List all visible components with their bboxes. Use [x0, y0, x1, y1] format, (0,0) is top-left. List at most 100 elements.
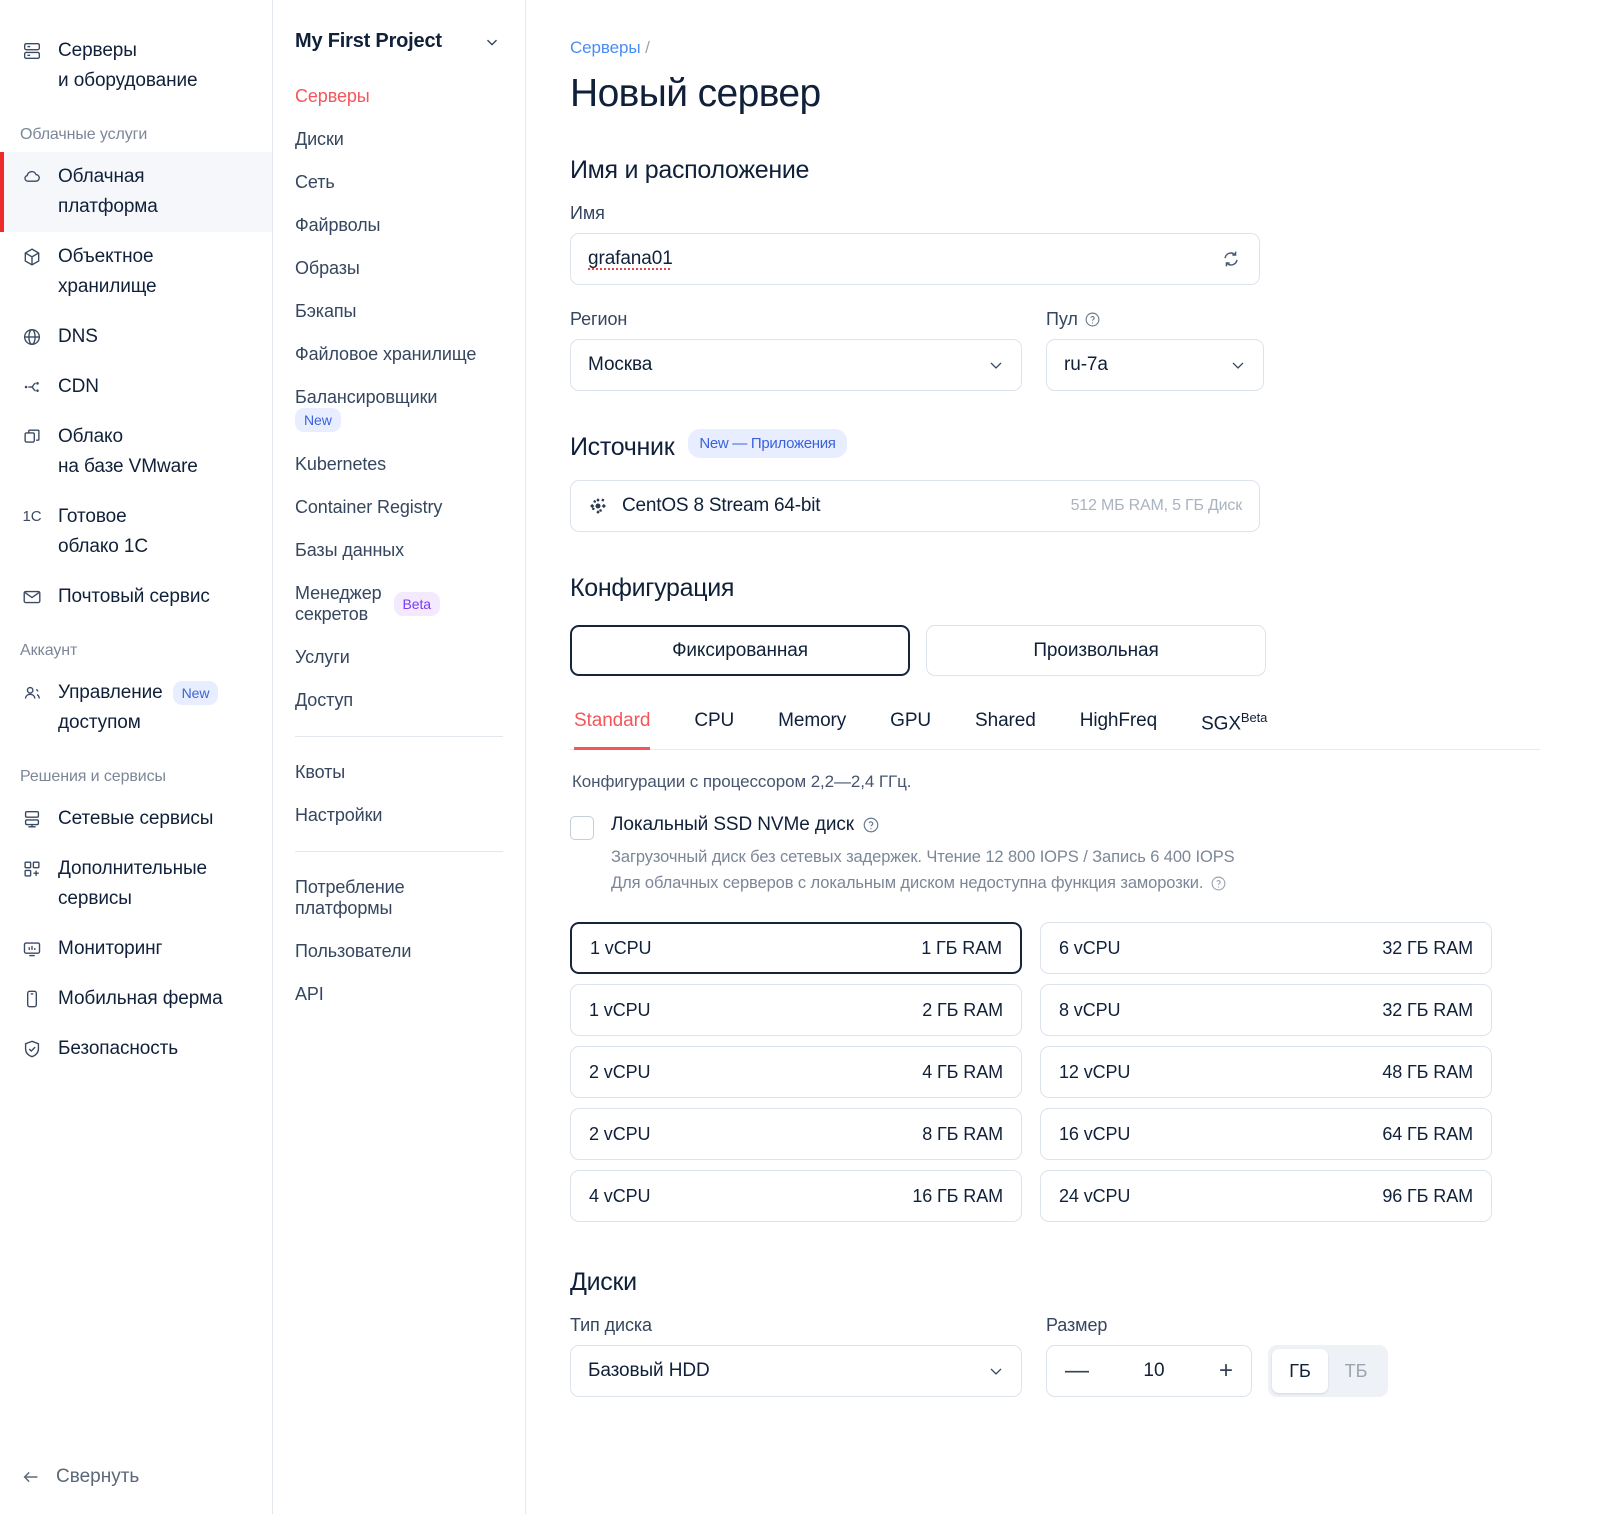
help-circle-icon[interactable] [1084, 311, 1101, 328]
flavor-card[interactable]: 2 vCPU 8 ГБ RAM [570, 1108, 1022, 1161]
flavor-card[interactable]: 2 vCPU 4 ГБ RAM [570, 1046, 1022, 1099]
flavor-card[interactable]: 1 vCPU 1 ГБ RAM [570, 922, 1022, 975]
project-item-secrets-manager[interactable]: Менеджер секретов Beta [273, 572, 525, 636]
sidebar-item-ready-cloud-1c[interactable]: 1C Готовое облако 1С [0, 492, 272, 572]
name-input[interactable]: grafana01 [570, 233, 1260, 285]
local-ssd-desc-line1: Загрузочный диск без сетевых задержек. Ч… [611, 848, 1235, 867]
flavor-card[interactable]: 1 vCPU 2 ГБ RAM [570, 984, 1022, 1037]
local-ssd-option[interactable]: Локальный SSD NVMe диск Загрузочный диск… [570, 814, 1540, 896]
users-icon [20, 678, 44, 708]
source-new-badge[interactable]: New — Приложения [688, 429, 847, 458]
breadcrumb-separator: / [645, 38, 650, 57]
sidebar-item-cdn[interactable]: CDN [0, 362, 272, 412]
tab-sgx[interactable]: SGXBeta [1179, 710, 1289, 749]
project-item-label: Настройки [295, 805, 383, 825]
sidebar-item-cloud-platform[interactable]: Облачная платформа [0, 152, 272, 232]
unit-gb-button[interactable]: ГБ [1272, 1349, 1328, 1394]
sidebar-item-network-services[interactable]: Сетевые сервисы [0, 794, 272, 844]
chevron-down-icon [986, 1361, 1006, 1381]
config-type-custom-button[interactable]: Произвольная [926, 625, 1266, 676]
project-item-balancers[interactable]: Балансировщики New [273, 376, 525, 443]
project-item-quotas[interactable]: Квоты [273, 751, 525, 794]
disk-type-select[interactable]: Базовый HDD [570, 1345, 1022, 1398]
sidebar-item-label: Облачная платформа [58, 166, 158, 217]
tab-gpu[interactable]: GPU [868, 710, 953, 749]
project-item-users[interactable]: Пользователи [273, 930, 525, 973]
disk-row: Тип диска Базовый HDD Размер — 10 + ГБ Т… [570, 1315, 1540, 1398]
project-item-servers[interactable]: Серверы [273, 75, 525, 118]
flavor-grid: 1 vCPU 1 ГБ RAM 6 vCPU 32 ГБ RAM 1 vCPU 2 Г… [570, 922, 1540, 1223]
help-circle-icon[interactable] [862, 816, 880, 834]
increment-button[interactable]: + [1219, 1359, 1233, 1383]
project-item-label: Потребление платформы [295, 877, 405, 918]
pool-select[interactable]: ru-7a [1046, 339, 1264, 391]
disk-size-stepper[interactable]: — 10 + [1046, 1345, 1252, 1398]
tab-standard[interactable]: Standard [570, 710, 672, 751]
divider [295, 736, 503, 737]
project-item-label: Услуги [295, 647, 350, 667]
disk-unit-toggle: ГБ ТБ [1268, 1345, 1388, 1398]
disk-type-value: Базовый HDD [588, 1360, 710, 1382]
collapse-sidebar-button[interactable]: Свернуть [0, 1456, 272, 1498]
tab-shared[interactable]: Shared [953, 710, 1058, 749]
flavor-card[interactable]: 24 vCPU 96 ГБ RAM [1040, 1170, 1492, 1223]
flavor-card[interactable]: 4 vCPU 16 ГБ RAM [570, 1170, 1022, 1223]
project-item-backups[interactable]: Бэкапы [273, 290, 525, 333]
box-icon [20, 242, 44, 272]
project-item-images[interactable]: Образы [273, 247, 525, 290]
breadcrumb-link-servers[interactable]: Серверы [570, 38, 641, 57]
project-item-databases[interactable]: Базы данных [273, 529, 525, 572]
project-item-api[interactable]: API [273, 973, 525, 1016]
region-field: Регион Москва [570, 309, 1022, 391]
project-item-services[interactable]: Услуги [273, 636, 525, 679]
flavor-card[interactable]: 6 vCPU 32 ГБ RAM [1040, 922, 1492, 975]
sidebar-item-label: Безопасность [58, 1038, 178, 1059]
config-type-fixed-button[interactable]: Фиксированная [570, 625, 910, 676]
project-item-label: Kubernetes [295, 454, 387, 474]
project-item-firewalls[interactable]: Файрволы [273, 204, 525, 247]
unit-tb-button[interactable]: ТБ [1328, 1349, 1384, 1393]
project-item-settings[interactable]: Настройки [273, 794, 525, 837]
project-item-disks[interactable]: Диски [273, 118, 525, 161]
sidebar-item-vmware-cloud[interactable]: Облако на базе VMware [0, 412, 272, 492]
refresh-icon[interactable] [1220, 248, 1242, 270]
flavor-cpu: 6 vCPU [1059, 937, 1121, 958]
flavor-card[interactable]: 8 vCPU 32 ГБ RAM [1040, 984, 1492, 1037]
source-selector[interactable]: CentOS 8 Stream 64-bit 512 МБ RAM, 5 ГБ … [570, 480, 1260, 532]
project-item-access[interactable]: Доступ [273, 679, 525, 722]
sidebar-item-access-management[interactable]: Управление доступом New [0, 668, 272, 748]
project-selector[interactable]: My First Project [273, 26, 525, 53]
disk-size-value[interactable]: 10 [1143, 1360, 1164, 1382]
sidebar-item-dns[interactable]: DNS [0, 312, 272, 362]
sidebar-item-label: Управление доступом New [58, 678, 219, 738]
region-select[interactable]: Москва [570, 339, 1022, 391]
sidebar-item-object-storage[interactable]: Объектное хранилище [0, 232, 272, 312]
sidebar-item-security[interactable]: Безопасность [0, 1024, 272, 1074]
tab-highfreq[interactable]: HighFreq [1058, 710, 1179, 749]
project-item-network[interactable]: Сеть [273, 161, 525, 204]
decrement-button[interactable]: — [1065, 1359, 1089, 1383]
1c-icon: 1C [22, 508, 42, 525]
sidebar-item-mail-service[interactable]: Почтовый сервис [0, 572, 272, 622]
project-item-platform-consumption[interactable]: Потребление платформы [273, 866, 525, 930]
sidebar-item-monitoring[interactable]: Мониторинг [0, 924, 272, 974]
sidebar-item-servers-hardware[interactable]: Серверы и оборудование [0, 26, 272, 106]
apps-plus-icon [20, 854, 44, 884]
tab-cpu[interactable]: CPU [672, 710, 756, 749]
project-item-kubernetes[interactable]: Kubernetes [273, 443, 525, 486]
sidebar-item-label: CDN [58, 376, 99, 397]
sidebar-item-additional-services[interactable]: Дополнительные сервисы [0, 844, 272, 924]
project-item-container-registry[interactable]: Container Registry [273, 486, 525, 529]
sidebar-item-mobile-farm[interactable]: Мобильная ферма [0, 974, 272, 1024]
help-circle-icon[interactable] [1210, 875, 1227, 892]
flavor-card[interactable]: 12 vCPU 48 ГБ RAM [1040, 1046, 1492, 1099]
tab-memory[interactable]: Memory [756, 710, 868, 749]
local-ssd-checkbox[interactable] [570, 816, 594, 841]
flavor-ram: 4 ГБ RAM [922, 1061, 1003, 1082]
sidebar-item-label: Облако на базе VMware [58, 426, 198, 477]
project-item-label: Бэкапы [295, 301, 357, 321]
sidebar-item-label: Сетевые сервисы [58, 808, 214, 829]
project-item-label: Диски [295, 129, 344, 149]
project-item-file-storage[interactable]: Файловое хранилище [273, 333, 525, 376]
flavor-card[interactable]: 16 vCPU 64 ГБ RAM [1040, 1108, 1492, 1161]
